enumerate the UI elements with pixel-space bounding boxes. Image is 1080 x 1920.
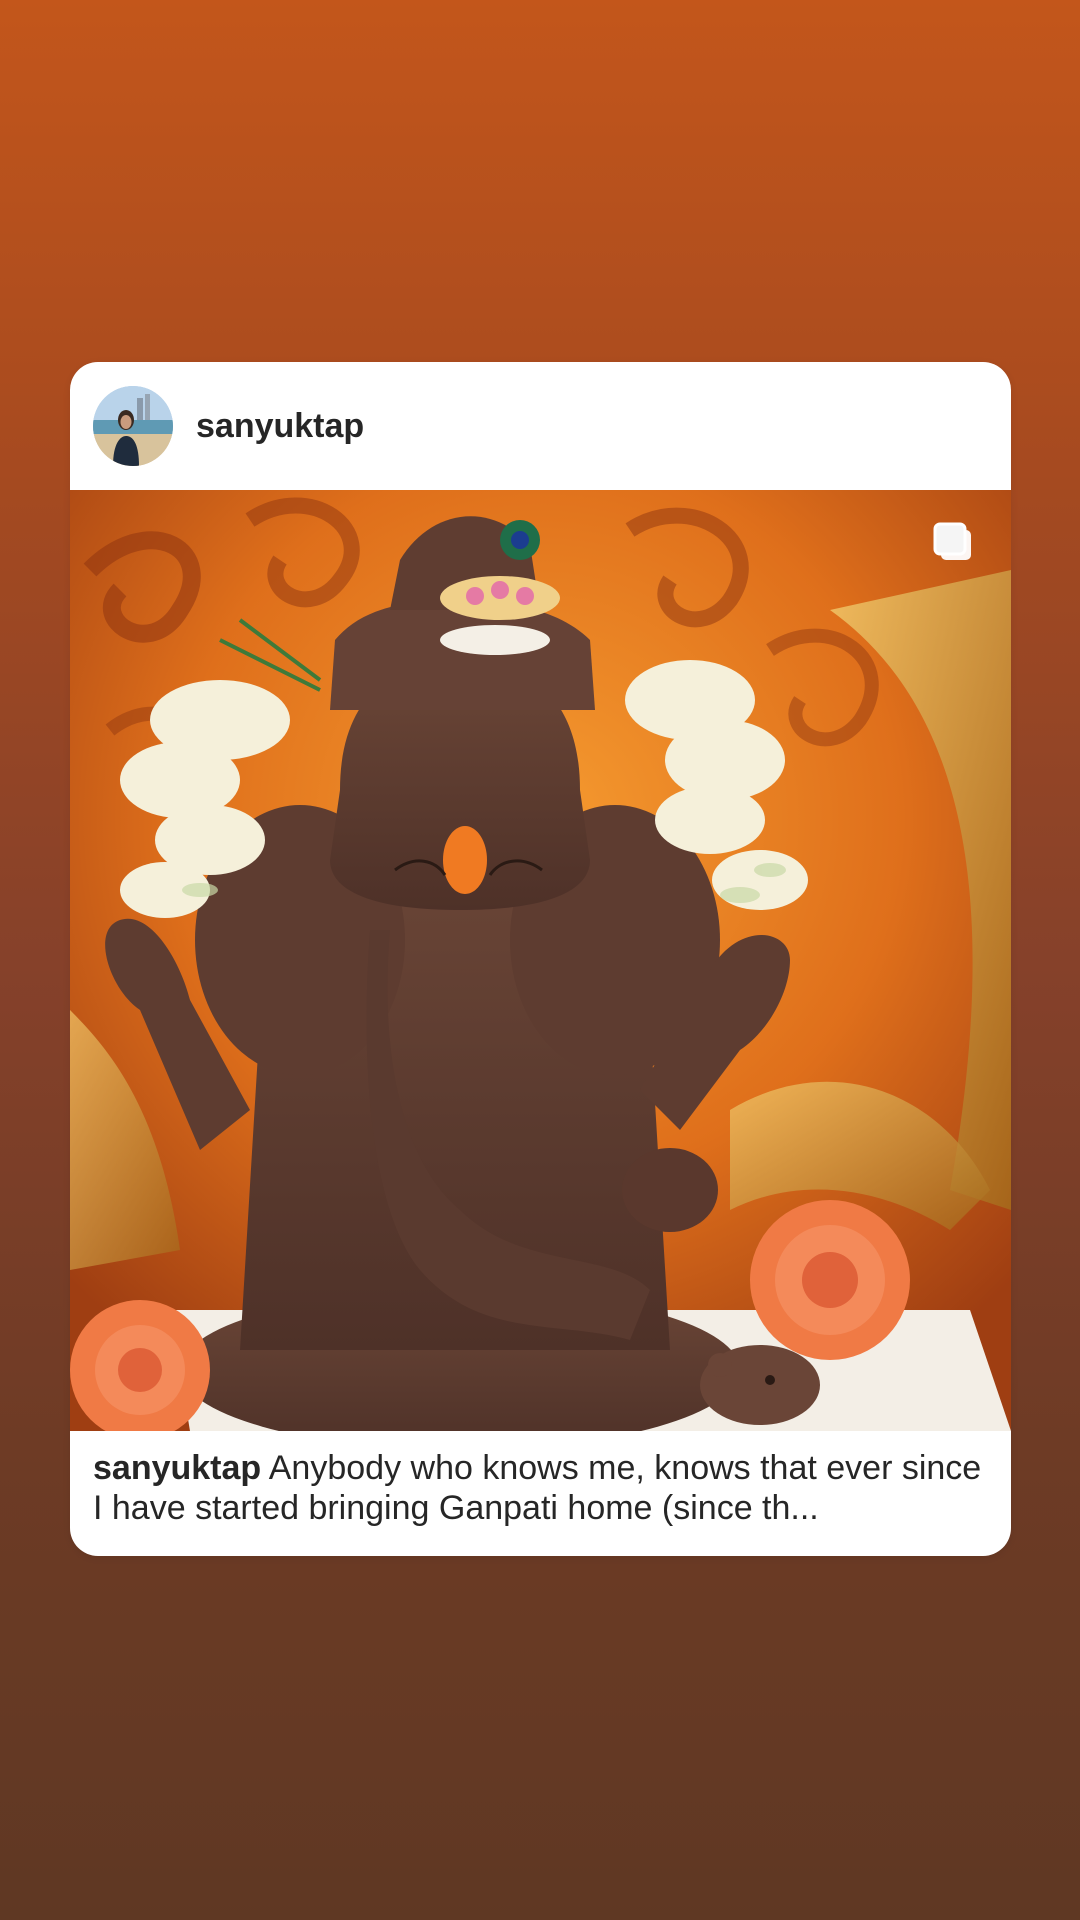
ganpati-photo <box>70 490 1011 1431</box>
story-screen: sanyuktap sanyuktap Anybody who knows me… <box>0 0 1080 1920</box>
avatar-photo <box>93 386 173 466</box>
post-image[interactable] <box>70 490 1011 1431</box>
post-header: sanyuktap <box>70 362 1011 490</box>
avatar[interactable] <box>93 386 173 466</box>
caption-username[interactable]: sanyuktap <box>93 1449 261 1487</box>
multiple-photos-icon <box>933 522 971 560</box>
post-username[interactable]: sanyuktap <box>196 398 364 454</box>
shared-post-card[interactable]: sanyuktap sanyuktap Anybody who knows me… <box>70 362 1011 1556</box>
post-caption[interactable]: sanyuktap Anybody who knows me, knows th… <box>93 1448 988 1528</box>
